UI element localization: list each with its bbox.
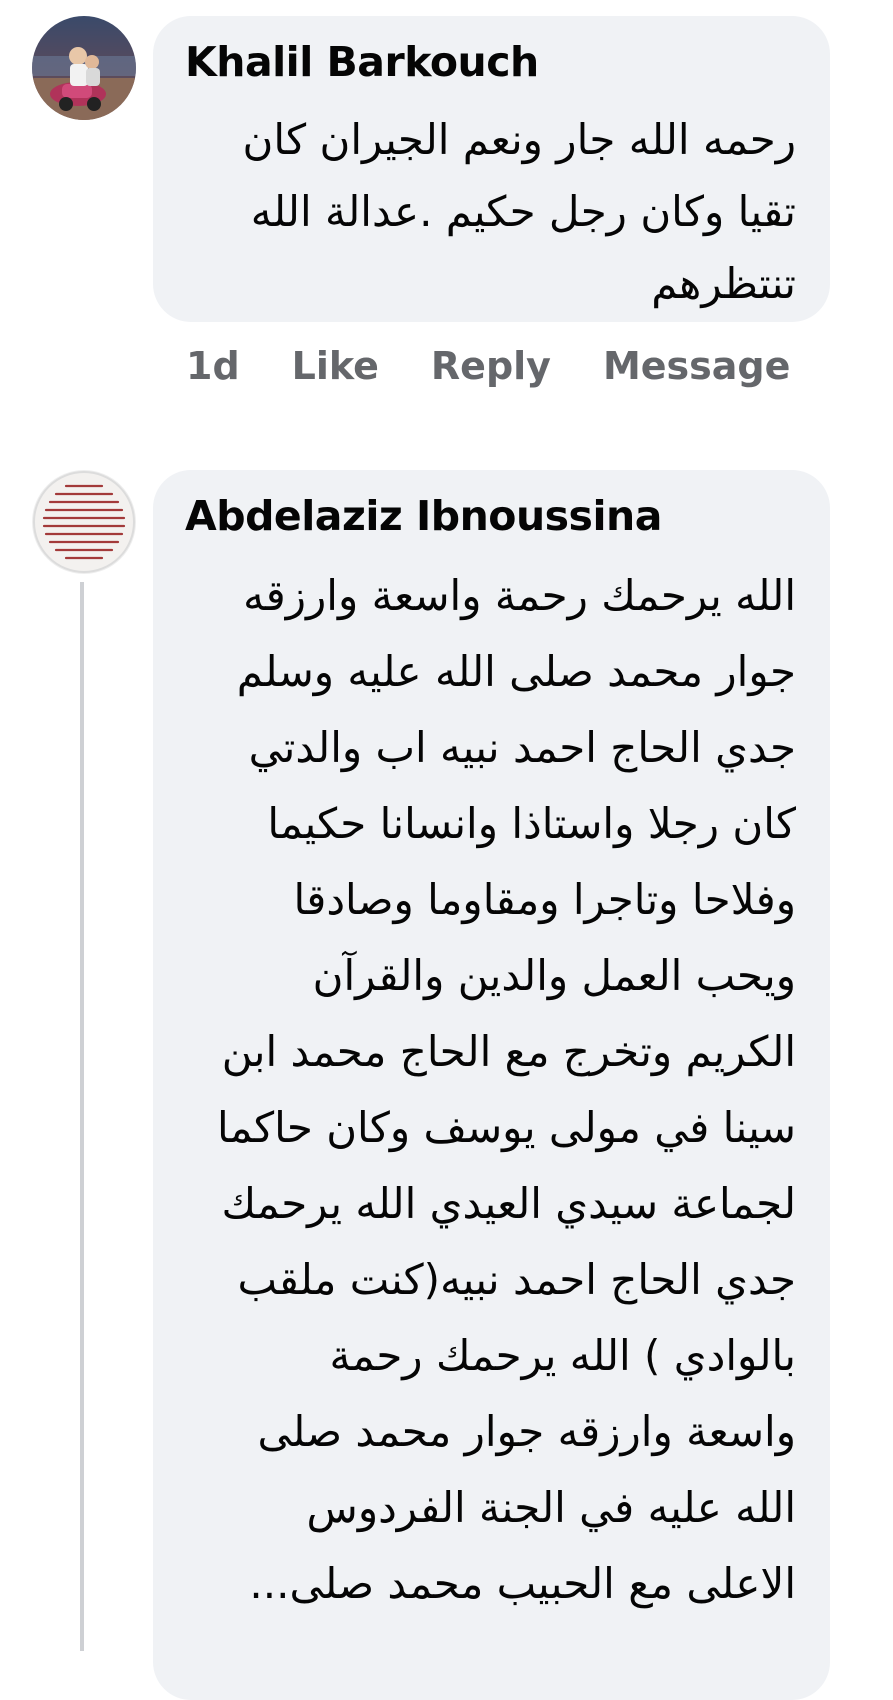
comment-author[interactable]: Abdelaziz Ibnoussina	[185, 492, 662, 540]
thread-line	[80, 582, 84, 1651]
comment-bubble[interactable]: Abdelaziz Ibnoussina الله يرحمك رحمة واس…	[153, 470, 830, 1700]
avatar-text-card-icon	[32, 470, 136, 574]
comment-abdelaziz-ibnoussina: Abdelaziz Ibnoussina الله يرحمك رحمة واس…	[0, 0, 893, 1700]
comment-text: الله يرحمك رحمة واسعة وارزقه جوار محمد ص…	[217, 571, 796, 1608]
avatar[interactable]	[32, 470, 136, 574]
